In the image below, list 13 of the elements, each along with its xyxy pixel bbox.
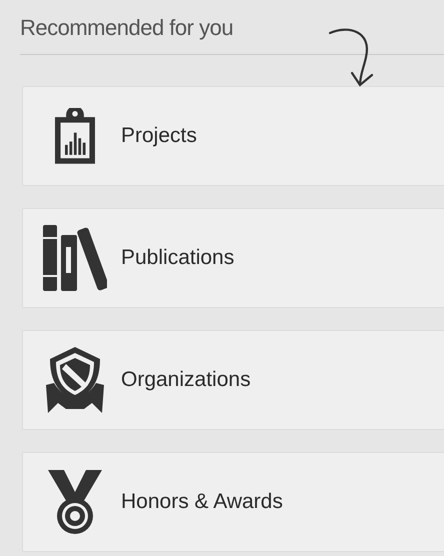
books-icon [43,225,107,291]
card-label: Honors & Awards [121,489,283,516]
recommendation-card[interactable]: Projects [22,86,444,186]
recommendation-card[interactable]: Honors & Awards [22,452,444,552]
recommendation-card[interactable]: Publications [22,208,444,308]
medal-icon [48,470,102,534]
shield-emblem-icon [46,347,104,413]
clipboard-chart-icon [55,108,95,164]
recommendation-card[interactable]: Organizations [22,330,444,430]
card-label: Projects [121,123,197,150]
card-label: Organizations [121,367,251,394]
card-label: Publications [121,245,234,272]
section-heading: Recommended for you [20,14,234,42]
